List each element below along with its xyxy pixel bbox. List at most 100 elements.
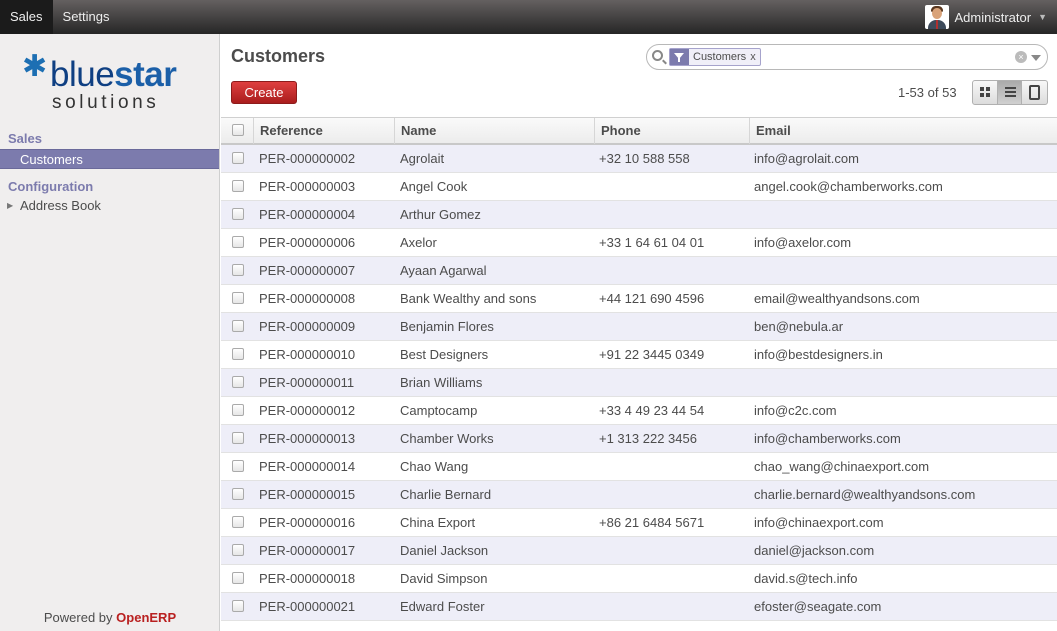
cell-email: info@bestdesigners.in — [754, 347, 883, 362]
cell-name: Chamber Works — [400, 431, 494, 446]
cell-reference: PER-000000015 — [259, 487, 356, 502]
row-checkbox[interactable] — [232, 376, 244, 388]
row-checkbox[interactable] — [232, 600, 244, 612]
page-title: Customers — [231, 46, 326, 66]
cell-reference: PER-000000007 — [259, 263, 356, 278]
cell-email: info@chamberworks.com — [754, 431, 901, 446]
star-icon: ✱ — [22, 50, 48, 83]
user-menu[interactable]: Administrator ▼ — [924, 0, 1047, 34]
table-row[interactable]: PER-000000018 David Simpson david.s@tech.i… — [221, 565, 1057, 593]
clear-search-icon[interactable]: × — [1015, 51, 1027, 63]
row-checkbox[interactable] — [232, 544, 244, 556]
column-header-reference[interactable]: Reference — [253, 118, 394, 144]
pager-value[interactable]: 1-53 of 53 — [898, 85, 957, 100]
powered-by-text: Powered by — [43, 610, 113, 625]
cell-name: Axelor — [400, 235, 437, 250]
column-header-name[interactable]: Name — [394, 118, 594, 144]
row-checkbox[interactable] — [232, 348, 244, 360]
form-view-icon[interactable] — [1022, 81, 1047, 104]
user-name: Administrator — [954, 9, 1032, 25]
search-icon[interactable] — [652, 50, 663, 61]
row-checkbox[interactable] — [232, 236, 244, 248]
table-row[interactable]: PER-000000013 Chamber Works +1 313 222 345… — [221, 425, 1057, 453]
list-view-icon[interactable] — [997, 81, 1023, 104]
table-row[interactable]: PER-000000006 Axelor +33 1 64 61 04 01 info… — [221, 229, 1057, 257]
row-checkbox[interactable] — [232, 152, 244, 164]
table-row[interactable]: PER-000000021 Edward Foster efoster@seagat… — [221, 593, 1057, 621]
cell-name: Chao Wang — [400, 459, 469, 474]
cell-reference: PER-000000014 — [259, 459, 356, 474]
cell-name: Charlie Bernard — [400, 487, 492, 502]
sidebar-item-label: Address Book — [20, 198, 101, 213]
top-bar: Sales Settings Administrator ▼ — [0, 0, 1057, 34]
cell-email: daniel@jackson.com — [754, 543, 875, 558]
cell-reference: PER-000000021 — [259, 599, 356, 614]
row-checkbox[interactable] — [232, 488, 244, 500]
row-checkbox[interactable] — [232, 572, 244, 584]
column-header-email[interactable]: Email — [749, 118, 1057, 144]
column-header-phone[interactable]: Phone — [594, 118, 749, 144]
chevron-down-icon: ▼ — [1038, 12, 1047, 22]
table-row[interactable]: PER-000000009 Benjamin Flores ben@nebula.a… — [221, 313, 1057, 341]
row-checkbox[interactable] — [232, 404, 244, 416]
search-options-dropdown-icon[interactable] — [1031, 55, 1041, 61]
facet-label: Customers — [693, 51, 747, 63]
cell-name: Angel Cook — [400, 179, 468, 194]
select-all-cell — [221, 118, 253, 144]
cell-email: ben@nebula.ar — [754, 319, 844, 334]
cell-reference: PER-000000010 — [259, 347, 356, 362]
table-row[interactable]: PER-000000017 Daniel Jackson daniel@jackso… — [221, 537, 1057, 565]
row-checkbox[interactable] — [232, 180, 244, 192]
search-bar[interactable]: Customers x × — [646, 44, 1048, 70]
row-checkbox[interactable] — [232, 460, 244, 472]
expand-arrow-icon[interactable]: ▶ — [7, 196, 13, 216]
sidebar: ✱ bluestar solutions Sales Customers Con… — [0, 34, 220, 631]
company-logo: ✱ bluestar solutions — [22, 52, 202, 116]
row-checkbox[interactable] — [232, 516, 244, 528]
cell-phone: +91 22 3445 0349 — [599, 347, 705, 362]
table-row[interactable]: PER-000000012 Camptocamp +33 4 49 23 44 54… — [221, 397, 1057, 425]
table-row[interactable]: PER-000000016 China Export +86 21 6484 567… — [221, 509, 1057, 537]
cell-email: david.s@tech.info — [754, 571, 858, 586]
cell-name: Benjamin Flores — [400, 319, 494, 334]
logo-text-star: star — [114, 55, 177, 94]
row-checkbox[interactable] — [232, 208, 244, 220]
table-row[interactable]: PER-000000004 Arthur Gomez — [221, 201, 1057, 229]
table-row[interactable]: PER-000000011 Brian Williams — [221, 369, 1057, 397]
sidebar-item-customers[interactable]: Customers — [0, 149, 219, 169]
row-checkbox[interactable] — [232, 292, 244, 304]
cell-email: chao_wang@chinaexport.com — [754, 459, 930, 474]
select-all-checkbox[interactable] — [232, 124, 244, 136]
openerp-link[interactable]: OpenERP — [116, 610, 176, 625]
table-row[interactable]: PER-000000010 Best Designers +91 22 3445 0… — [221, 341, 1057, 369]
create-button[interactable]: Create — [231, 81, 297, 104]
cell-name: Bank Wealthy and sons — [400, 291, 537, 306]
table-row[interactable]: PER-000000003 Angel Cook angel.cook@chambe… — [221, 173, 1057, 201]
cell-name: China Export — [400, 515, 476, 530]
cell-email: info@c2c.com — [754, 403, 837, 418]
top-menu-settings[interactable]: Settings — [53, 0, 120, 34]
cell-reference: PER-000000003 — [259, 179, 356, 194]
cell-name: Daniel Jackson — [400, 543, 489, 558]
table-header: Reference Name Phone Email — [221, 117, 1057, 145]
cell-reference: PER-000000004 — [259, 207, 356, 222]
cell-email: info@axelor.com — [754, 235, 852, 250]
row-checkbox[interactable] — [232, 264, 244, 276]
sidebar-section-configuration: Configuration — [8, 179, 94, 194]
cell-reference: PER-000000002 — [259, 151, 356, 166]
kanban-view-icon[interactable] — [973, 81, 998, 104]
sidebar-item-address-book[interactable]: ▶ Address Book — [0, 196, 219, 216]
cell-email: info@agrolait.com — [754, 151, 859, 166]
filter-icon — [670, 49, 689, 65]
table-row[interactable]: PER-000000008 Bank Wealthy and sons +44 12… — [221, 285, 1057, 313]
table-row[interactable]: PER-000000015 Charlie Bernard charlie.bern… — [221, 481, 1057, 509]
table-row[interactable]: PER-000000002 Agrolait +32 10 588 558 info@… — [221, 145, 1057, 173]
row-checkbox[interactable] — [232, 320, 244, 332]
cell-phone: +32 10 588 558 — [599, 151, 690, 166]
table-row[interactable]: PER-000000007 Ayaan Agarwal — [221, 257, 1057, 285]
cell-reference: PER-000000016 — [259, 515, 356, 530]
top-menu-sales[interactable]: Sales — [0, 0, 53, 34]
table-row[interactable]: PER-000000014 Chao Wang chao_wang@chinaexp… — [221, 453, 1057, 481]
facet-remove-icon[interactable]: x — [750, 49, 760, 65]
row-checkbox[interactable] — [232, 432, 244, 444]
